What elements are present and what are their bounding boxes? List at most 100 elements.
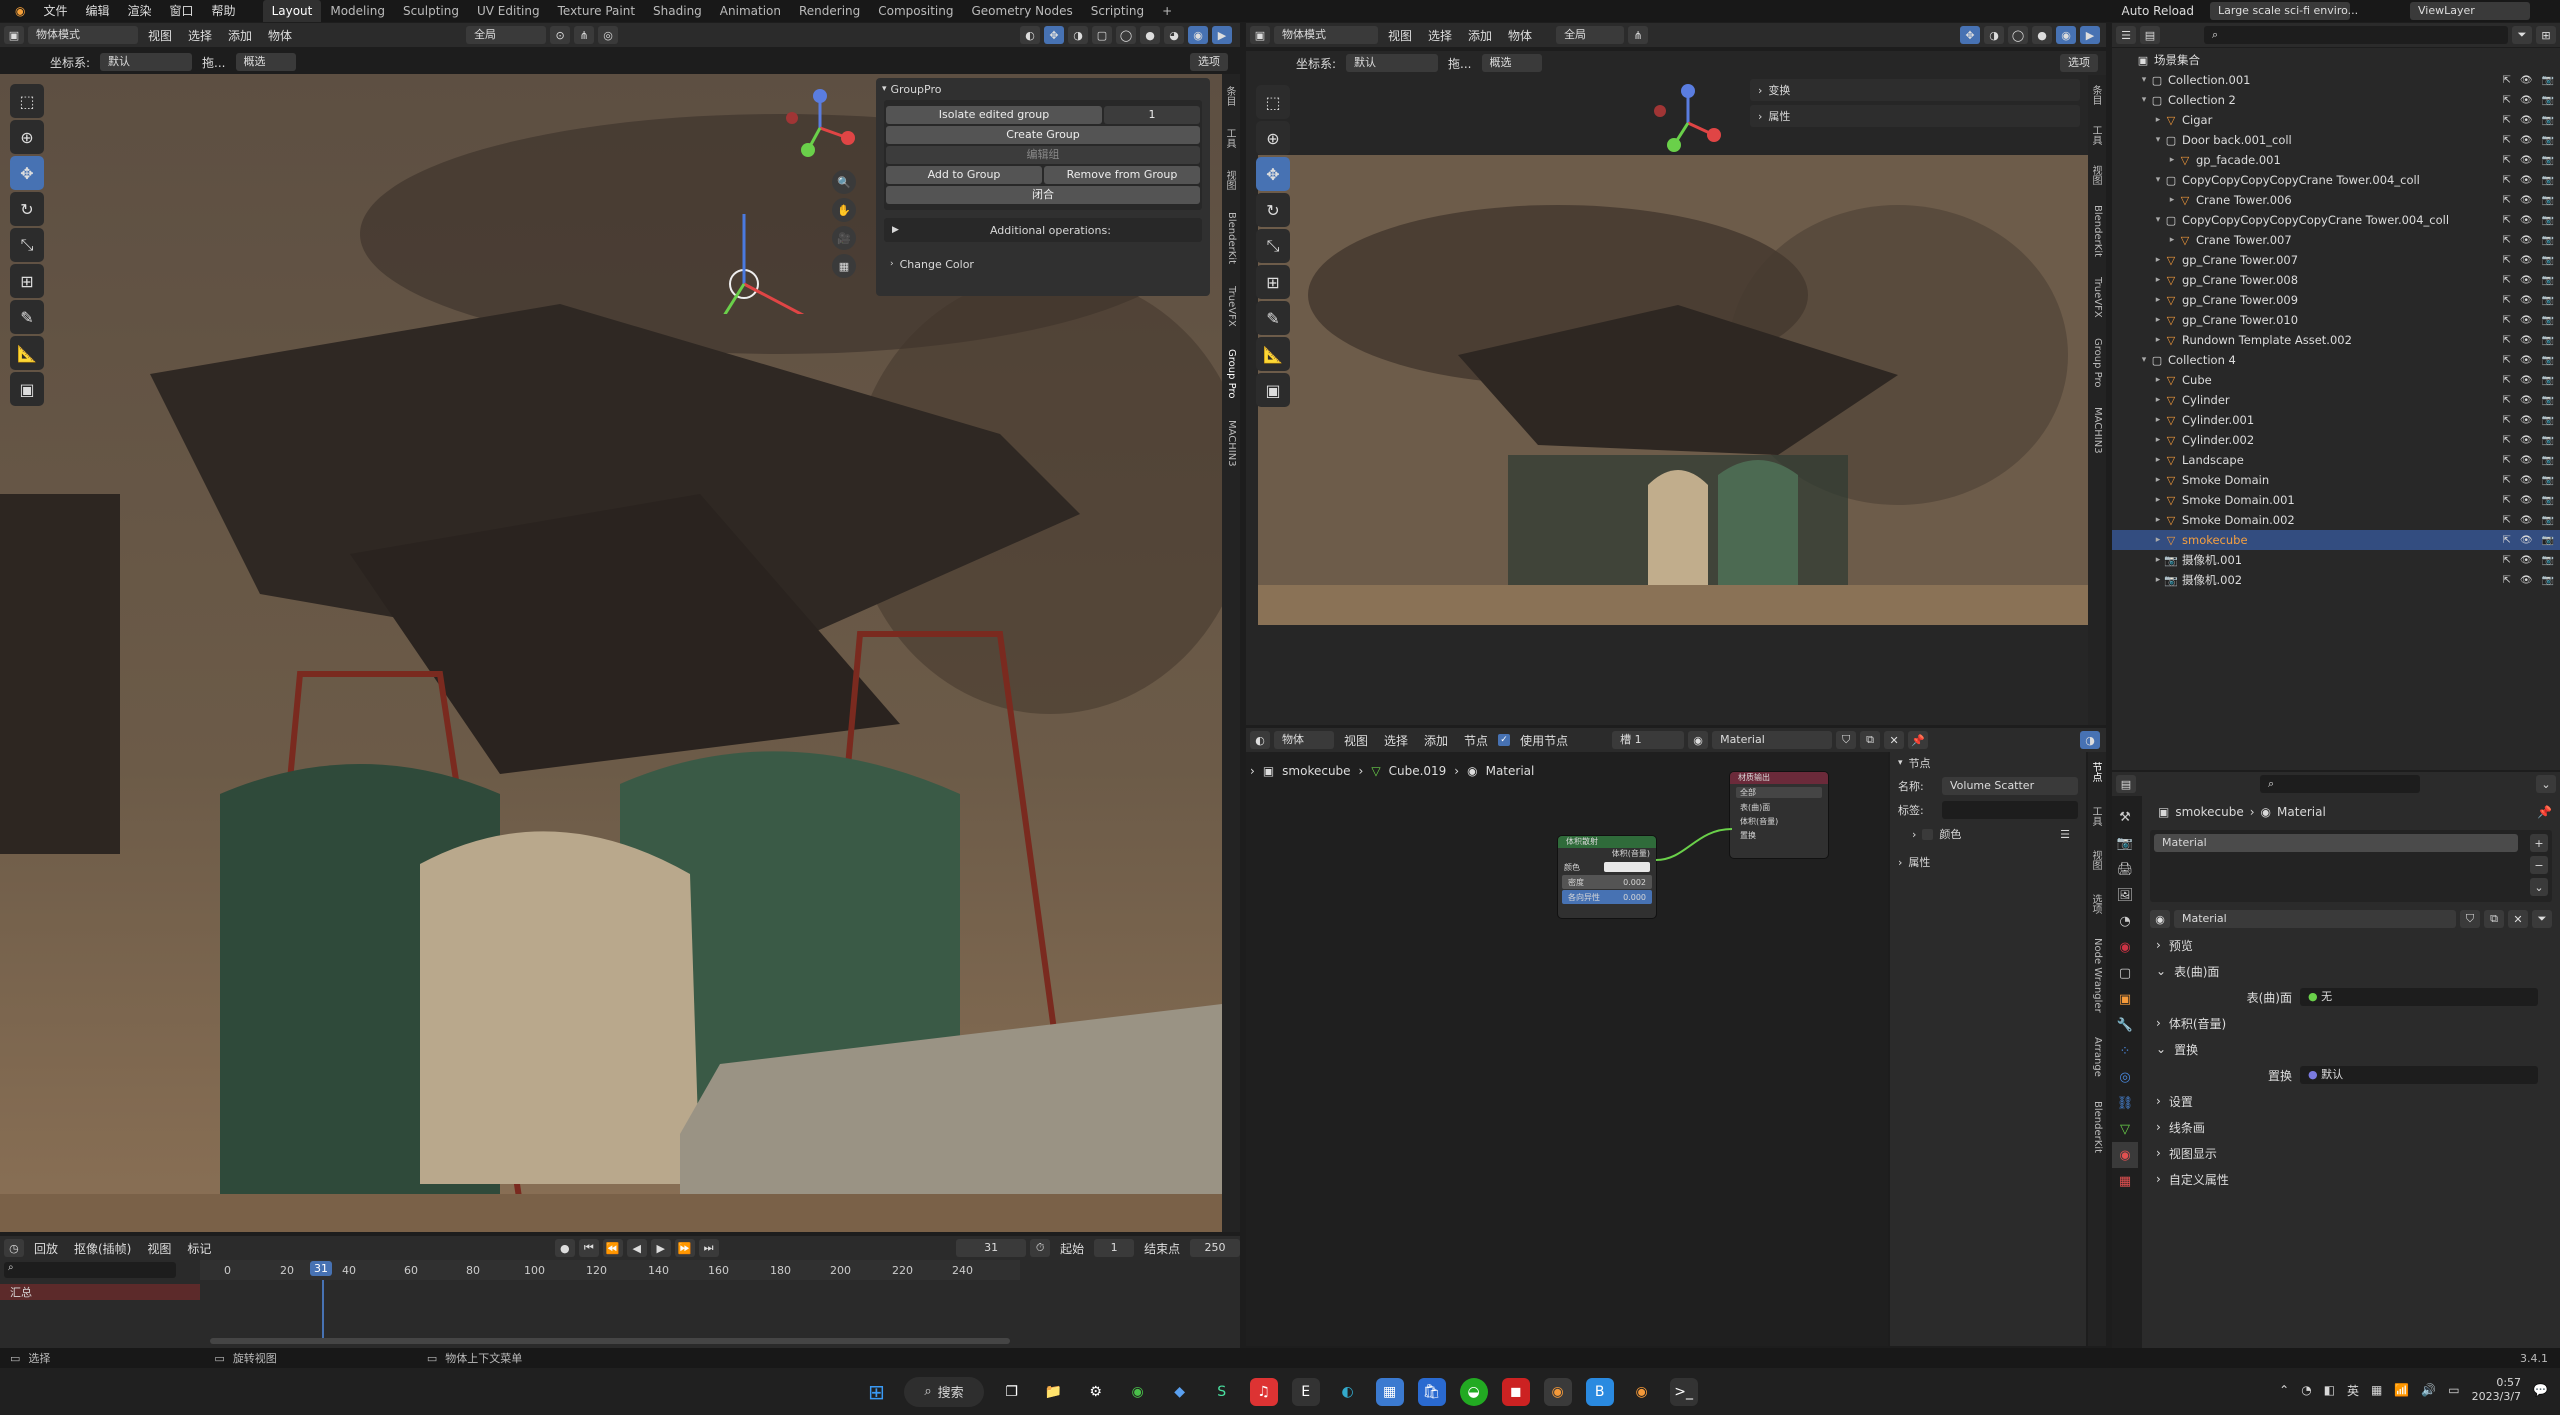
select-arrow-icon[interactable]: ⇱	[2502, 95, 2510, 106]
texture-tab-icon[interactable]: ▦	[2112, 1168, 2138, 1194]
app-s-icon[interactable]: S	[1208, 1378, 1236, 1406]
node-canvas[interactable]: › ▣ smokecube › ▽ Cube.019 › ◉ Material …	[1246, 752, 1888, 1346]
select-arrow-icon[interactable]: ⇱	[2502, 475, 2510, 486]
eye-icon[interactable]: 👁	[2520, 135, 2533, 146]
additional-ops-row[interactable]: ▶ Additional operations:	[884, 218, 1202, 242]
pivot-icon[interactable]: ⊙	[550, 26, 571, 44]
outliner-row[interactable]: ▾ ▢ CopyCopyCopyCopyCrane Tower.004_coll ⇱ 👁…	[2112, 170, 2560, 190]
tray-app2-icon[interactable]: ◧	[2324, 1383, 2335, 1397]
camera-render-icon[interactable]: 📷	[2542, 355, 2554, 366]
side-tab-node-blenderkit[interactable]: BlenderKit	[2088, 1101, 2103, 1153]
camera-render-icon[interactable]: 📷	[2542, 295, 2554, 306]
next-key-icon[interactable]: ⏩	[674, 1239, 695, 1257]
chevron-right-icon[interactable]: ▸	[2152, 255, 2164, 265]
scale-icon[interactable]: ⤡	[10, 228, 44, 262]
shading-wire-icon-right[interactable]: ◯	[2008, 26, 2028, 44]
isolate-edited-group-button[interactable]: Isolate edited group	[886, 106, 1102, 124]
eye-icon[interactable]: 👁	[2520, 275, 2533, 286]
camera-render-icon[interactable]: 📷	[2542, 135, 2554, 146]
shading-solid-icon[interactable]: ●	[1140, 26, 1160, 44]
chevron-down-icon[interactable]: ▾	[2152, 135, 2164, 145]
menu-add-right[interactable]: 添加	[1462, 27, 1498, 44]
outliner-row[interactable]: ▸ ▽ Cube ⇱ 👁 📷	[2112, 370, 2560, 390]
color-checkbox[interactable]	[1922, 828, 1934, 840]
wechat-icon[interactable]: ◒	[1459, 1377, 1488, 1406]
list-icon[interactable]: ☰	[2060, 828, 2070, 841]
tab-shading[interactable]: Shading	[644, 0, 711, 22]
section-settings[interactable]: › 设置	[2150, 1088, 2552, 1114]
tab-animation[interactable]: Animation	[711, 0, 790, 22]
outliner-row[interactable]: ▾ ▢ Door back.001_coll ⇱ 👁 📷	[2112, 130, 2560, 150]
options-dropdown[interactable]: 选项	[1190, 53, 1228, 71]
material-name-field[interactable]: Material	[1712, 731, 1833, 749]
material-slot-list[interactable]: Material + − ⌄	[2150, 830, 2552, 902]
camera-render-icon[interactable]: 📷	[2542, 255, 2554, 266]
coord-selector[interactable]: 默认	[100, 53, 193, 71]
tab-texture-paint[interactable]: Texture Paint	[549, 0, 644, 22]
node-menu-node[interactable]: 节点	[1458, 732, 1494, 749]
select-arrow-icon[interactable]: ⇱	[2502, 135, 2510, 146]
proportional-icon[interactable]: ◎	[598, 26, 619, 44]
create-group-button[interactable]: Create Group	[886, 126, 1200, 144]
menu-object-right[interactable]: 物体	[1502, 27, 1538, 44]
select-arrow-icon[interactable]: ⇱	[2502, 575, 2510, 586]
blender-logo-icon[interactable]: ◉	[6, 0, 34, 22]
chevron-right-icon[interactable]: ▸	[2152, 475, 2164, 485]
chevron-right-icon[interactable]: ▸	[2152, 455, 2164, 465]
menu-window[interactable]: 窗口	[161, 0, 203, 22]
node-menu-view[interactable]: 视图	[1338, 732, 1374, 749]
chrome-icon[interactable]: ◉	[1124, 1378, 1152, 1406]
side-tab-node[interactable]: 节点	[2088, 762, 2103, 782]
measure-icon-right[interactable]: 📐	[1256, 337, 1290, 371]
tray-input-icon[interactable]: ▦	[2371, 1383, 2382, 1397]
app-red-icon[interactable]: ◼	[1501, 1377, 1530, 1406]
chevron-right-icon[interactable]: ▸	[2152, 535, 2164, 545]
section-custom-props[interactable]: › 自定义属性	[2150, 1166, 2552, 1192]
visibility-icon[interactable]: ◐	[1020, 26, 1040, 44]
clock-icon[interactable]: ⏱	[1030, 1239, 1051, 1257]
drag-selector[interactable]: 概选	[235, 53, 296, 71]
playhead-frame[interactable]: 31	[310, 1261, 332, 1276]
shading-material-icon[interactable]: ◕	[1164, 26, 1184, 44]
menu-file[interactable]: 文件	[34, 0, 76, 22]
chevron-right-icon[interactable]: ▸	[2152, 435, 2164, 445]
pan-hand-icon[interactable]: ✋	[832, 198, 856, 222]
menu-select-right[interactable]: 选择	[1422, 27, 1458, 44]
outliner-row[interactable]: ▸ ▽ Crane Tower.007 ⇱ 👁 📷	[2112, 230, 2560, 250]
render-play-icon[interactable]: ▶	[1212, 26, 1232, 44]
chevron-right-icon[interactable]: ▸	[2166, 235, 2178, 245]
tab-layout[interactable]: Layout	[262, 0, 322, 22]
select-box-icon-right[interactable]: ⬚	[1256, 85, 1290, 119]
properties-search-input[interactable]: ⌕	[2260, 775, 2420, 793]
select-box-icon[interactable]: ⬚	[10, 84, 44, 118]
select-arrow-icon[interactable]: ⇱	[2502, 295, 2510, 306]
outliner-row[interactable]: ▸ ▽ gp_Crane Tower.008 ⇱ 👁 📷	[2112, 270, 2560, 290]
select-arrow-icon[interactable]: ⇱	[2502, 315, 2510, 326]
task-view-icon[interactable]: ❐	[998, 1378, 1026, 1406]
chevron-right-icon[interactable]: ▸	[2152, 495, 2164, 505]
camera-render-icon[interactable]: 📷	[2542, 575, 2554, 586]
outliner-editor-icon[interactable]: ☰	[2116, 26, 2136, 44]
menu-edit[interactable]: 编辑	[77, 0, 119, 22]
notification-icon[interactable]: 💬	[2533, 1383, 2548, 1397]
chevron-right-icon[interactable]: ▸	[2152, 395, 2164, 405]
annotate-icon-right[interactable]: ✎	[1256, 301, 1290, 335]
new-collection-icon[interactable]: ⊞	[2536, 26, 2556, 44]
chevron-down-icon[interactable]: ▾	[2138, 95, 2150, 105]
chevron-down-icon[interactable]: ▾	[2138, 75, 2150, 85]
eye-icon[interactable]: 👁	[2520, 395, 2533, 406]
camera-render-icon[interactable]: 📷	[2542, 535, 2554, 546]
camera-render-icon[interactable]: 📷	[2542, 175, 2554, 186]
side-tab-machin3[interactable]: MACHIN3	[1222, 420, 1237, 467]
outliner-row[interactable]: ▸ ▽ Cylinder ⇱ 👁 📷	[2112, 390, 2560, 410]
eye-icon[interactable]: 👁	[2520, 535, 2533, 546]
epic-games-icon[interactable]: E	[1291, 1377, 1320, 1406]
measure-icon[interactable]: 📐	[10, 336, 44, 370]
eye-icon[interactable]: 👁	[2520, 75, 2533, 86]
shading-solid-icon-right[interactable]: ●	[2032, 26, 2052, 44]
eye-icon[interactable]: 👁	[2520, 455, 2533, 466]
camera-render-icon[interactable]: 📷	[2542, 315, 2554, 326]
select-arrow-icon[interactable]: ⇱	[2502, 255, 2510, 266]
wifi-icon[interactable]: 📶	[2394, 1383, 2409, 1397]
side-tab-item[interactable]: 条目	[1222, 86, 1237, 106]
